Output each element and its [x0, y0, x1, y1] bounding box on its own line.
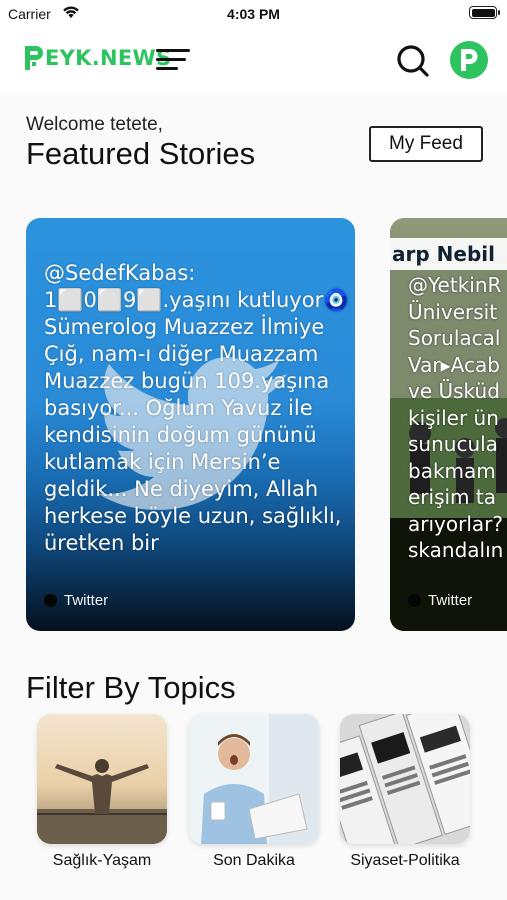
topic-image	[189, 714, 319, 844]
breaking-news-photo	[189, 714, 319, 844]
filter-by-topics-heading: Filter By Topics	[26, 670, 236, 705]
avatar-p-icon	[461, 49, 478, 71]
topic-image	[340, 714, 470, 844]
menu-icon[interactable]	[156, 48, 192, 72]
story-card[interactable]: @SedefKabas: 1⬜0⬜9⬜.yaşını kutluyor🧿 Süm…	[26, 218, 355, 631]
clock: 4:03 PM	[227, 6, 280, 22]
brand-logo[interactable]: EYK.NEWS	[24, 45, 171, 71]
topic-breaking-news[interactable]: Son Dakika	[187, 714, 321, 870]
story-text: @YetkinR Üniversit Sorulacal Var▸Acab ve…	[408, 273, 504, 562]
newspapers-photo	[340, 714, 470, 844]
story-card[interactable]: arp Nebil @YetkinR Üniversit Sorulacal V…	[390, 218, 507, 631]
topic-label: Son Dakika	[213, 852, 295, 869]
source-dot-icon	[408, 594, 421, 607]
story-source: Twitter	[408, 592, 472, 609]
story-text: @SedefKabas: 1⬜0⬜9⬜.yaşını kutluyor🧿 Süm…	[44, 261, 350, 555]
battery-icon	[469, 6, 500, 19]
my-feed-button[interactable]: My Feed	[369, 126, 483, 162]
wellness-photo	[37, 714, 167, 844]
source-dot-icon	[44, 594, 57, 607]
logo-p-icon	[25, 46, 43, 70]
profile-avatar-icon[interactable]	[450, 41, 488, 79]
featured-stories-heading: Featured Stories	[26, 136, 256, 171]
logo-text: EYK.NEWS	[45, 46, 172, 70]
status-bar: Carrier 4:03 PM	[0, 0, 507, 30]
story-source-label: Twitter	[428, 592, 473, 609]
app-header: EYK.NEWS	[0, 30, 507, 92]
story-banner: arp Nebil	[390, 238, 507, 270]
welcome-text: Welcome tetete,	[26, 114, 163, 135]
topic-politics[interactable]: Siyaset-Politika	[338, 714, 472, 870]
topic-health[interactable]: Sağlık-Yaşam	[35, 714, 169, 870]
story-source: Twitter	[44, 592, 108, 609]
home-page: Welcome tetete, Featured Stories My Feed…	[0, 92, 507, 900]
topic-image	[37, 714, 167, 844]
story-source-label: Twitter	[64, 592, 109, 609]
search-icon[interactable]	[396, 44, 430, 78]
topic-label: Siyaset-Politika	[350, 852, 460, 869]
topic-label: Sağlık-Yaşam	[52, 852, 152, 869]
